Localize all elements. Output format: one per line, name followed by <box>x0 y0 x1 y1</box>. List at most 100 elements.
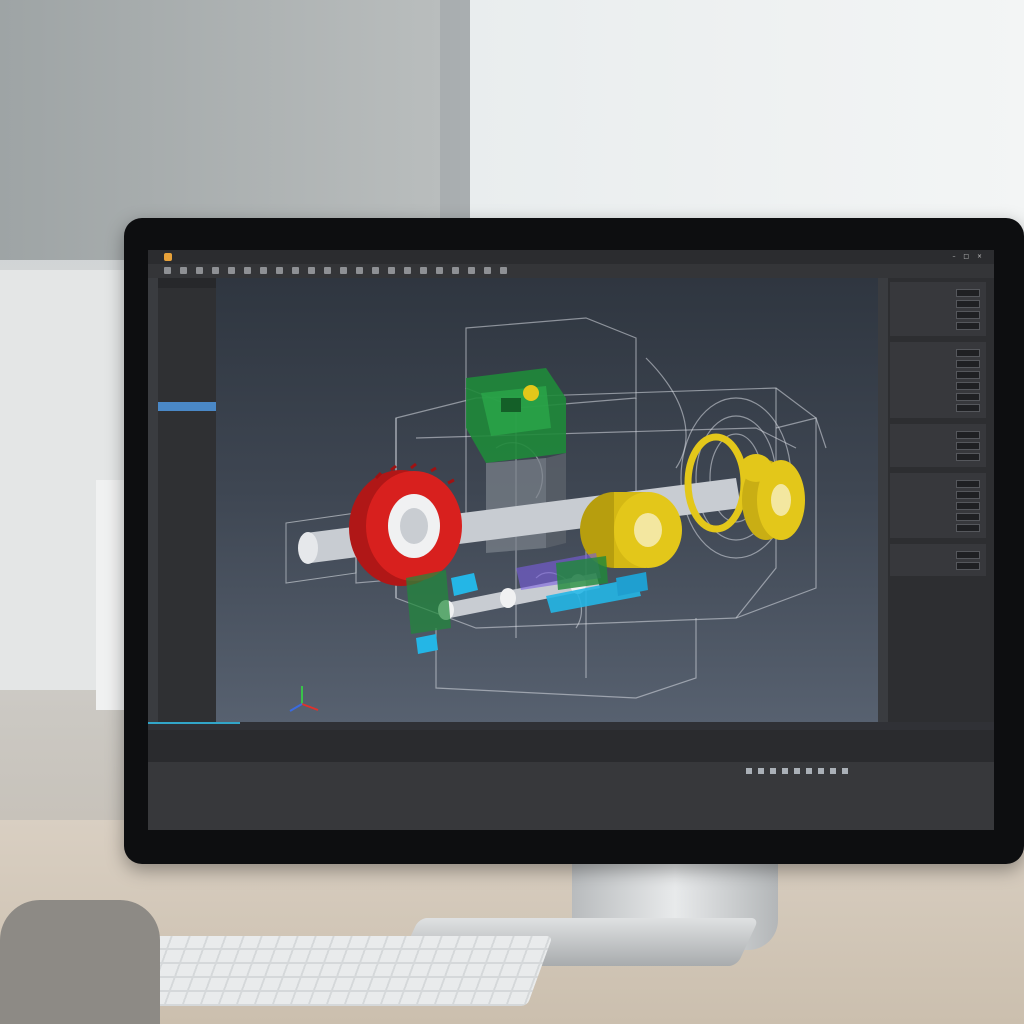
property-value-field[interactable] <box>956 349 980 357</box>
maximize-button[interactable]: □ <box>963 253 969 260</box>
close-button[interactable]: × <box>977 253 982 260</box>
property-value-field[interactable] <box>956 393 980 401</box>
property-value-field[interactable] <box>956 431 980 439</box>
property-row <box>894 523 982 532</box>
property-value-field[interactable] <box>956 551 980 559</box>
property-value-field[interactable] <box>956 371 980 379</box>
property-value-field[interactable] <box>956 453 980 461</box>
property-row <box>894 501 982 510</box>
playback-control-button[interactable] <box>782 768 788 774</box>
model-tree-item[interactable] <box>158 314 216 323</box>
model-tree-item[interactable] <box>158 413 216 422</box>
property-row <box>894 321 982 330</box>
property-value-field[interactable] <box>956 491 980 499</box>
3d-viewport[interactable] <box>216 278 950 748</box>
toolbar-tool-button[interactable] <box>292 267 299 274</box>
model-tree-item[interactable] <box>158 325 216 334</box>
property-value-field[interactable] <box>956 322 980 330</box>
toolbar-tool-button[interactable] <box>276 267 283 274</box>
property-value-field[interactable] <box>956 404 980 412</box>
property-row <box>894 370 982 379</box>
property-value-field[interactable] <box>956 502 980 510</box>
property-value-field[interactable] <box>956 289 980 297</box>
toolbar-tool-button[interactable] <box>196 267 203 274</box>
model-tree-item[interactable] <box>158 424 216 433</box>
app-logo-icon[interactable] <box>164 253 172 261</box>
toolbar <box>148 264 994 278</box>
model-tree-item[interactable] <box>158 391 216 400</box>
model-tree-item[interactable] <box>158 435 216 444</box>
toolbar-tool-button[interactable] <box>388 267 395 274</box>
property-value-field[interactable] <box>956 360 980 368</box>
property-row <box>894 288 982 297</box>
title-bar: – □ × <box>148 250 994 264</box>
window-controls: – □ × <box>946 250 982 264</box>
property-row <box>894 348 982 357</box>
toolbar-tool-button[interactable] <box>180 267 187 274</box>
status-bar <box>148 762 994 830</box>
property-row <box>894 479 982 488</box>
playback-control-button[interactable] <box>770 768 776 774</box>
toolbar-tool-button[interactable] <box>244 267 251 274</box>
toolbar-tool-button[interactable] <box>436 267 443 274</box>
property-row <box>894 561 982 570</box>
properties-section <box>890 473 986 538</box>
toolbar-tool-button[interactable] <box>164 267 171 274</box>
minimize-button[interactable]: – <box>952 253 955 260</box>
property-value-field[interactable] <box>956 382 980 390</box>
property-value-field[interactable] <box>956 513 980 521</box>
toolbar-tool-button[interactable] <box>484 267 491 274</box>
property-row <box>894 512 982 521</box>
property-value-field[interactable] <box>956 562 980 570</box>
properties-section <box>890 424 986 467</box>
toolbar-tool-button[interactable] <box>420 267 427 274</box>
property-row <box>894 310 982 319</box>
toolbar-tool-button[interactable] <box>372 267 379 274</box>
property-row <box>894 441 982 450</box>
playback-control-button[interactable] <box>830 768 836 774</box>
property-row <box>894 381 982 390</box>
model-tree-item[interactable] <box>158 358 216 367</box>
model-tree-panel <box>158 278 216 748</box>
toolbar-tool-button[interactable] <box>212 267 219 274</box>
toolbar-tool-button[interactable] <box>340 267 347 274</box>
toolbar-tool-button[interactable] <box>500 267 507 274</box>
property-value-field[interactable] <box>956 442 980 450</box>
model-tree-item[interactable] <box>158 402 216 411</box>
playback-control-button[interactable] <box>842 768 848 774</box>
property-value-field[interactable] <box>956 311 980 319</box>
property-row <box>894 430 982 439</box>
model-tree-item[interactable] <box>158 369 216 378</box>
playback-control-button[interactable] <box>746 768 752 774</box>
model-tree-item[interactable] <box>158 303 216 312</box>
timeline-panel <box>148 722 994 762</box>
model-tree-item[interactable] <box>158 336 216 345</box>
toolbar-tool-button[interactable] <box>260 267 267 274</box>
model-tree-item[interactable] <box>158 292 216 301</box>
property-value-field[interactable] <box>956 480 980 488</box>
playback-control-button[interactable] <box>818 768 824 774</box>
red-gear <box>349 462 462 586</box>
property-value-field[interactable] <box>956 524 980 532</box>
property-row <box>894 403 982 412</box>
toolbar-tool-button[interactable] <box>356 267 363 274</box>
menu-bar <box>178 250 226 264</box>
toolbar-tool-button[interactable] <box>452 267 459 274</box>
model-tree-item[interactable] <box>158 380 216 389</box>
playback-control-button[interactable] <box>794 768 800 774</box>
playback-control-button[interactable] <box>758 768 764 774</box>
property-row <box>894 392 982 401</box>
toolbar-tool-button[interactable] <box>228 267 235 274</box>
toolbar-tool-button[interactable] <box>468 267 475 274</box>
timeline-progress <box>148 722 240 724</box>
property-row <box>894 299 982 308</box>
model-tree-item[interactable] <box>158 347 216 356</box>
toolbar-tool-button[interactable] <box>404 267 411 274</box>
property-value-field[interactable] <box>956 300 980 308</box>
playback-control-button[interactable] <box>806 768 812 774</box>
toolbar-tool-button[interactable] <box>324 267 331 274</box>
keyboard <box>127 936 553 1006</box>
toolbar-tool-button[interactable] <box>308 267 315 274</box>
model-tree-item[interactable] <box>158 446 216 455</box>
property-row <box>894 550 982 559</box>
